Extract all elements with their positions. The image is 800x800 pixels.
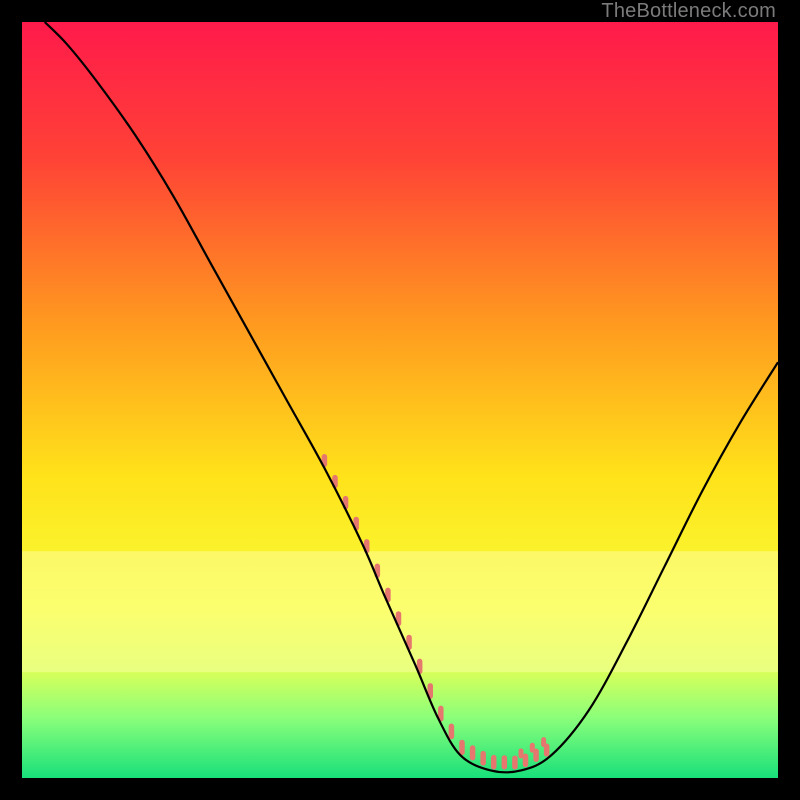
marker-tick [530,743,535,753]
watermark-text: TheBottleneck.com [601,0,776,23]
marker-tick [512,755,518,769]
bottleneck-chart [22,22,778,778]
marker-tick [541,737,546,747]
marker-tick [459,740,465,755]
chart-frame [22,22,778,778]
marker-tick [502,755,508,769]
marker-tick [470,745,476,760]
marker-tick [523,753,529,767]
marker-tick [518,748,523,758]
marker-tick [491,755,497,770]
marker-tick [449,724,455,740]
marker-tick [480,751,486,766]
